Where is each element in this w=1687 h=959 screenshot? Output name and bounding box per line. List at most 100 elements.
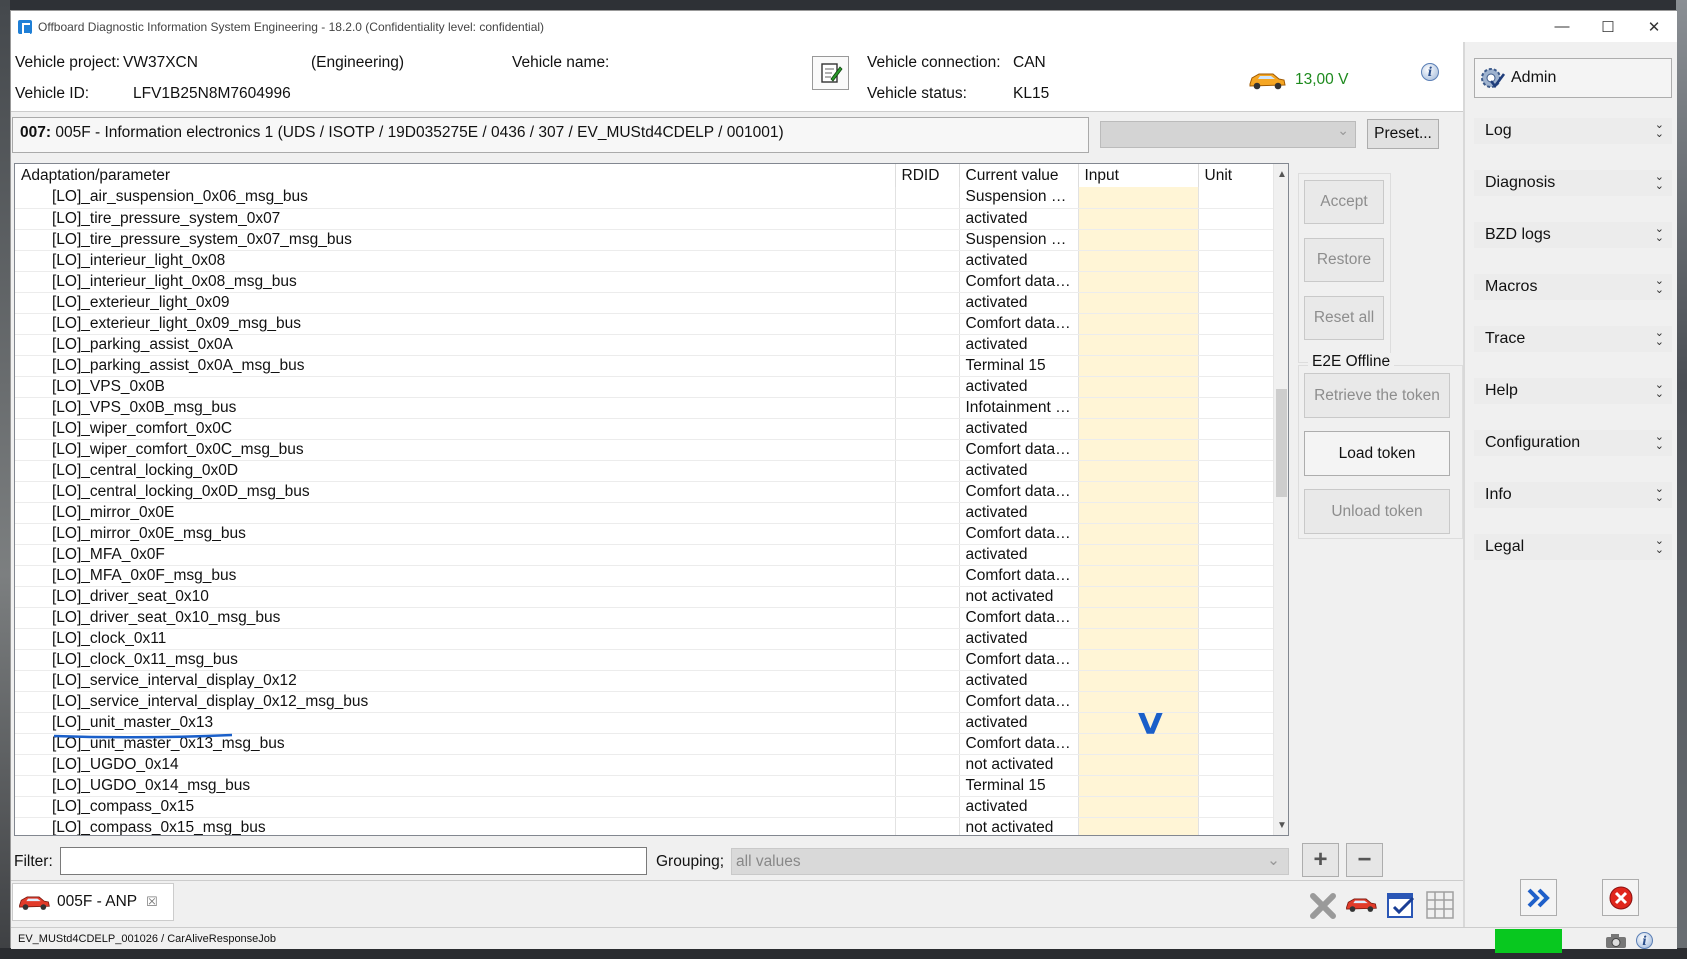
disconnect-icon[interactable] [1308, 891, 1338, 921]
table-row[interactable]: [LO]_UGDO_0x14 not activated [15, 754, 1274, 776]
table-row[interactable]: [LO]_compass_0x15_msg_bus not activated [15, 817, 1274, 835]
table-row[interactable]: [LO]_driver_seat_0x10_msg_bus Comfort dat… [15, 607, 1274, 629]
forward-button[interactable] [1520, 879, 1557, 916]
input-cell[interactable] [1078, 292, 1199, 314]
table-row[interactable]: [LO]_UGDO_0x14_msg_bus Terminal 15 [15, 775, 1274, 797]
maximize-button[interactable]: ☐ [1585, 11, 1631, 42]
table-row[interactable]: [LO]_mirror_0x0E activated [15, 502, 1274, 524]
scroll-up-icon[interactable]: ▲ [1274, 166, 1288, 182]
input-cell[interactable] [1078, 817, 1199, 835]
input-cell[interactable] [1078, 313, 1199, 335]
table-row[interactable]: [LO]_exterieur_light_0x09_msg_bus Comfort… [15, 313, 1274, 335]
remove-icon[interactable]: − [1346, 843, 1383, 877]
input-cell[interactable] [1078, 208, 1199, 230]
menu-trace[interactable]: Trace ⌄ ⌄ [1474, 326, 1672, 352]
scroll-down-icon[interactable]: ▼ [1274, 817, 1288, 833]
table-row[interactable]: [LO]_interieur_light_0x08 activated [15, 250, 1274, 272]
input-cell[interactable] [1078, 229, 1199, 251]
input-cell[interactable] [1078, 376, 1199, 398]
reset-all-button[interactable]: Reset all [1304, 296, 1384, 340]
table-row[interactable]: [LO]_clock_0x11 activated [15, 628, 1274, 650]
input-cell[interactable] [1078, 754, 1199, 776]
input-cell[interactable] [1078, 418, 1199, 440]
table-row[interactable]: [LO]_VPS_0x0B activated [15, 376, 1274, 398]
table-row[interactable]: [LO]_clock_0x11_msg_bus Comfort data ... [15, 649, 1274, 671]
input-cell[interactable] [1078, 271, 1199, 293]
column-header[interactable]: Current value [959, 164, 1079, 187]
grid-view-icon[interactable] [1425, 890, 1455, 920]
input-cell[interactable] [1078, 355, 1199, 377]
table-row[interactable]: [LO]_central_locking_0x0D activated [15, 460, 1274, 482]
table-row[interactable]: [LO]_driver_seat_0x10 not activated [15, 586, 1274, 608]
load-token-button[interactable]: Load token [1304, 431, 1450, 476]
checklist-icon[interactable] [1386, 890, 1416, 920]
table-row[interactable]: [LO]_MFA_0x0F activated [15, 544, 1274, 566]
table-row[interactable]: [LO]_service_interval_display_0x12_msg_b… [15, 691, 1274, 713]
close-tab-icon[interactable]: ☒ [146, 894, 158, 910]
close-window-button[interactable]: ✕ [1631, 11, 1677, 42]
input-cell[interactable] [1078, 628, 1199, 650]
table-scrollbar[interactable]: ▲ ▼ [1273, 164, 1288, 835]
table-row[interactable]: [LO]_central_locking_0x0D_msg_bus Comfort… [15, 481, 1274, 503]
preset-button[interactable]: Preset... [1367, 119, 1439, 149]
admin-button[interactable]: Admin [1474, 58, 1672, 98]
status-info-icon[interactable]: i [1636, 932, 1653, 949]
table-row[interactable]: [LO]_parking_assist_0x0A_msg_bus Terminal… [15, 355, 1274, 377]
menu-bzd-logs[interactable]: BZD logs ⌄ ⌄ [1474, 222, 1672, 248]
table-row[interactable]: [LO]_tire_pressure_system_0x07 activated [15, 208, 1274, 230]
input-cell[interactable] [1078, 565, 1199, 587]
table-row[interactable]: [LO]_compass_0x15 activated [15, 796, 1274, 818]
table-row[interactable]: [LO]_wiper_comfort_0x0C activated [15, 418, 1274, 440]
column-header[interactable]: RDID [895, 164, 960, 187]
vehicle-icon[interactable] [1344, 893, 1378, 915]
table-row[interactable]: [LO]_interieur_light_0x08_msg_bus Comfort… [15, 271, 1274, 293]
input-cell[interactable] [1078, 670, 1199, 692]
preset-select[interactable] [1100, 121, 1356, 148]
table-row[interactable]: [LO]_MFA_0x0F_msg_bus Comfort data ... [15, 565, 1274, 587]
menu-log[interactable]: Log ⌄ ⌄ [1474, 118, 1672, 144]
table-row[interactable]: [LO]_unit_master_0x13 activated [15, 712, 1274, 734]
input-cell[interactable] [1078, 397, 1199, 419]
input-cell[interactable] [1078, 334, 1199, 356]
tab-005f-anp[interactable]: 005F - ANP ☒ [12, 883, 174, 921]
input-cell[interactable] [1078, 439, 1199, 461]
accept-button[interactable]: Accept [1304, 180, 1384, 224]
column-header[interactable]: Input [1078, 164, 1199, 187]
input-cell[interactable] [1078, 523, 1199, 545]
unload-token-button[interactable]: Unload token [1304, 489, 1450, 534]
input-cell[interactable] [1078, 544, 1199, 566]
input-cell[interactable] [1078, 250, 1199, 272]
filter-input[interactable] [60, 847, 647, 875]
table-row[interactable]: [LO]_tire_pressure_system_0x07_msg_bus Su… [15, 229, 1274, 251]
edit-vehicle-button[interactable] [812, 56, 849, 90]
input-cell[interactable] [1078, 796, 1199, 818]
scroll-thumb[interactable] [1276, 389, 1287, 497]
input-cell[interactable] [1078, 775, 1199, 797]
menu-help[interactable]: Help ⌄ ⌄ [1474, 378, 1672, 404]
input-cell[interactable] [1078, 649, 1199, 671]
input-cell[interactable] [1078, 502, 1199, 524]
input-cell[interactable] [1078, 481, 1199, 503]
restore-button[interactable]: Restore [1304, 238, 1384, 282]
retrieve-token-button[interactable]: Retrieve the token [1304, 373, 1450, 418]
minimize-button[interactable]: — [1539, 11, 1585, 42]
exit-button[interactable] [1602, 879, 1639, 916]
table-row[interactable]: [LO]_mirror_0x0E_msg_bus Comfort data ... [15, 523, 1274, 545]
camera-icon[interactable] [1605, 933, 1627, 949]
menu-legal[interactable]: Legal ⌄ ⌄ [1474, 534, 1672, 560]
table-row[interactable]: [LO]_parking_assist_0x0A activated [15, 334, 1274, 356]
menu-configuration[interactable]: Configuration ⌄ ⌄ [1474, 430, 1672, 456]
column-header[interactable]: Adaptation/parameter [15, 164, 896, 187]
input-cell[interactable] [1078, 187, 1199, 209]
input-cell[interactable] [1078, 607, 1199, 629]
column-header[interactable]: Unit [1198, 164, 1274, 187]
table-row[interactable]: [LO]_wiper_comfort_0x0C_msg_bus Comfort d… [15, 439, 1274, 461]
input-cell[interactable] [1078, 460, 1199, 482]
table-row[interactable]: [LO]_air_suspension_0x06_msg_bus Suspensi… [15, 187, 1274, 209]
add-icon[interactable]: + [1302, 843, 1339, 877]
table-row[interactable]: [LO]_exterieur_light_0x09 activated [15, 292, 1274, 314]
menu-info[interactable]: Info ⌄ ⌄ [1474, 482, 1672, 508]
table-row[interactable]: [LO]_service_interval_display_0x12 activa… [15, 670, 1274, 692]
grouping-select[interactable]: all values [731, 848, 1289, 875]
menu-macros[interactable]: Macros ⌄ ⌄ [1474, 274, 1672, 300]
